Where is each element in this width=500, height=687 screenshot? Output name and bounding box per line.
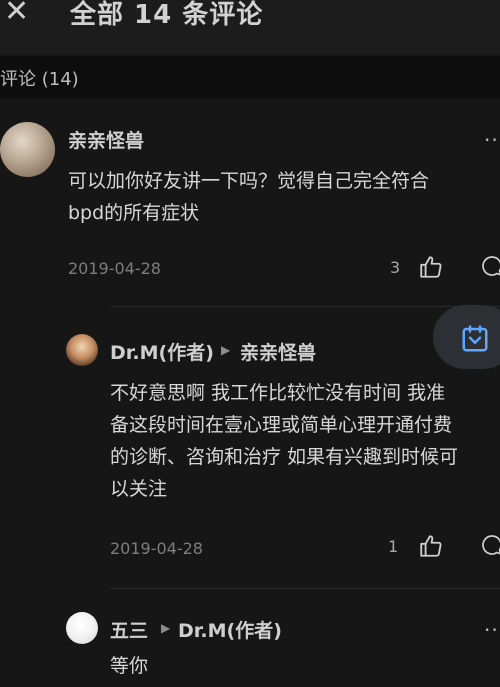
comment-author[interactable]: 五三 (110, 616, 148, 643)
reply-icon[interactable] (480, 254, 500, 278)
like-count: 1 (388, 537, 399, 556)
bookmark-box-icon[interactable] (460, 324, 490, 354)
reply-target[interactable]: Dr.M(作者) (178, 616, 282, 643)
thumbs-up-icon[interactable] (418, 533, 444, 559)
thumbs-up-icon[interactable] (418, 254, 444, 280)
divider (110, 588, 500, 589)
comment-text: 可以加你好友讲一下吗？觉得自己完全符合 bpd的所有症状 (68, 170, 430, 224)
comment-text: 不好意思啊 我工作比较忙没有时间 我准 备这段时间在壹心理或简单心理开通付费 的… (110, 382, 459, 500)
close-icon[interactable]: ✕ (4, 0, 29, 29)
like-count: 3 (390, 258, 401, 277)
comment-count-label: 评论 (14) (0, 69, 79, 90)
reply-icon[interactable] (480, 533, 500, 557)
comment-date: 2019-04-28 (68, 259, 161, 278)
comment-author[interactable]: 亲亲怪兽 (68, 126, 144, 153)
reply-arrow-icon: ▶ (161, 621, 171, 635)
avatar[interactable] (0, 122, 55, 177)
reply-arrow-icon: ▶ (221, 343, 231, 357)
comment-date: 2019-04-28 (110, 539, 203, 558)
avatar[interactable] (66, 612, 98, 644)
more-options-icon[interactable]: ··· (484, 618, 500, 642)
page-title: 全部 14 条评论 (70, 0, 264, 30)
more-options-icon[interactable]: ··· (484, 128, 500, 152)
avatar[interactable] (66, 334, 98, 366)
divider (110, 306, 500, 307)
comment-author[interactable]: Dr.M(作者) (110, 338, 214, 365)
comment-text: 等你 (110, 655, 149, 677)
reply-target[interactable]: 亲亲怪兽 (240, 338, 316, 365)
